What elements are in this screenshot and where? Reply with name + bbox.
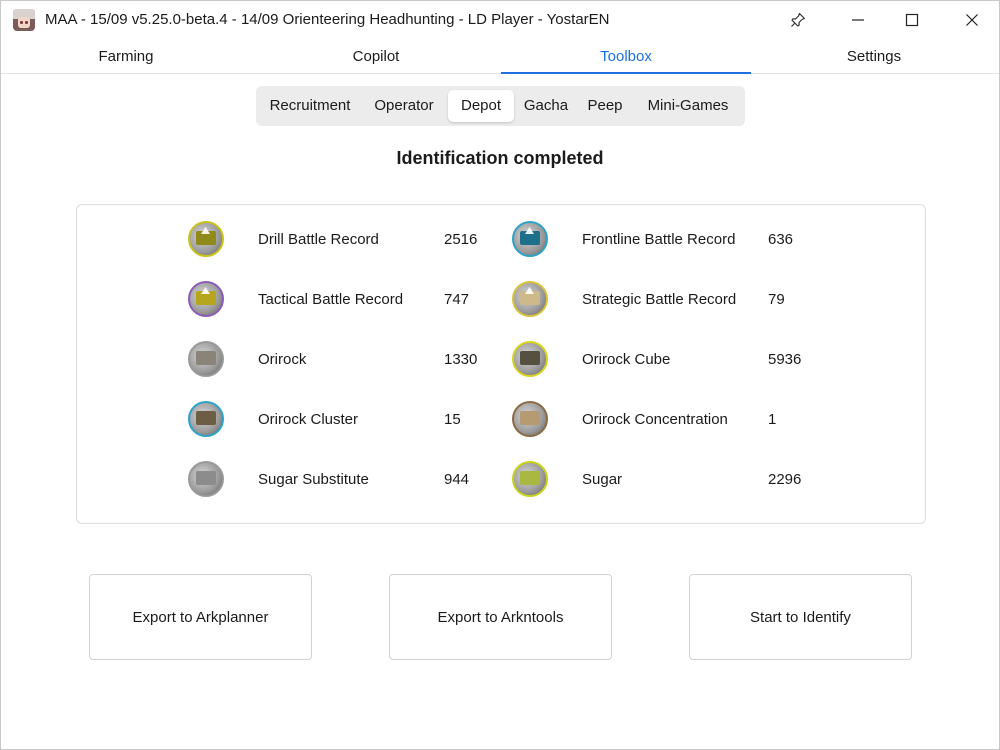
- item-count: 79: [768, 291, 785, 308]
- subtab-depot[interactable]: Depot: [448, 90, 514, 122]
- item-name: Sugar: [582, 471, 623, 488]
- item-count: 2296: [768, 471, 802, 488]
- subtab-operator[interactable]: Operator: [364, 90, 444, 122]
- tab-farming[interactable]: Farming: [1, 39, 251, 73]
- orirock-cluster-icon: [188, 401, 224, 437]
- item-count: 5936: [768, 351, 802, 368]
- item-name: Orirock Cube: [582, 351, 671, 368]
- sugar-substitute-icon: [188, 461, 224, 497]
- strategic-battle-record-icon: [512, 281, 548, 317]
- pin-button[interactable]: [775, 1, 821, 39]
- maximize-button[interactable]: [889, 1, 935, 39]
- tab-toolbox[interactable]: Toolbox: [501, 39, 751, 74]
- minimize-button[interactable]: [835, 1, 881, 39]
- tactical-battle-record-icon: [188, 281, 224, 317]
- subtab-mini-games[interactable]: Mini-Games: [638, 90, 738, 122]
- item-name: Strategic Battle Record: [582, 291, 737, 308]
- tab-copilot[interactable]: Copilot: [251, 39, 501, 73]
- item-count: 2516: [444, 231, 478, 248]
- item-name: Orirock Concentration: [582, 411, 728, 428]
- item-count: 747: [444, 291, 470, 308]
- start-identify-button[interactable]: Start to Identify: [689, 574, 912, 660]
- pin-icon: [791, 12, 806, 27]
- item-count: 636: [768, 231, 794, 248]
- title-bar: MAA - 15/09 v5.25.0-beta.4 - 14/09 Orien…: [1, 1, 999, 39]
- item-count: 944: [444, 471, 470, 488]
- close-button[interactable]: [949, 1, 995, 39]
- item-name: Sugar Substitute: [258, 471, 369, 488]
- orirock-cube-icon: [512, 341, 548, 377]
- tab-settings[interactable]: Settings: [749, 39, 999, 73]
- item-name: Tactical Battle Record: [258, 291, 404, 308]
- close-icon: [966, 14, 978, 26]
- export-arkplanner-button[interactable]: Export to Arkplanner: [89, 574, 312, 660]
- frontline-battle-record-icon: [512, 221, 548, 257]
- main-nav: Farming Copilot Toolbox Settings: [1, 39, 999, 74]
- orirock-concentration-icon: [512, 401, 548, 437]
- depot-results-panel: Drill Battle Record 2516 Frontline Battl…: [76, 204, 926, 524]
- item-count: 15: [444, 411, 461, 428]
- item-name: Orirock: [258, 351, 307, 368]
- orirock-icon: [188, 341, 224, 377]
- app-logo-icon: [13, 9, 35, 31]
- subtab-peep[interactable]: Peep: [580, 90, 630, 122]
- drill-battle-record-icon: [188, 221, 224, 257]
- item-name: Orirock Cluster: [258, 411, 359, 428]
- item-name: Drill Battle Record: [258, 231, 379, 248]
- maximize-icon: [905, 13, 919, 27]
- item-count: 1: [768, 411, 777, 428]
- identification-status: Identification completed: [396, 148, 604, 168]
- subtab-recruitment[interactable]: Recruitment: [262, 90, 358, 122]
- window-title: MAA - 15/09 v5.25.0-beta.4 - 14/09 Orien…: [45, 11, 610, 28]
- app-window: MAA - 15/09 v5.25.0-beta.4 - 14/09 Orien…: [0, 0, 1000, 750]
- subtab-gacha[interactable]: Gacha: [518, 90, 574, 122]
- minimize-icon: [852, 19, 864, 21]
- item-count: 1330: [444, 351, 478, 368]
- item-name: Frontline Battle Record: [582, 231, 736, 248]
- sugar-icon: [512, 461, 548, 497]
- toolbox-subtabs: Recruitment Operator Depot Gacha Peep Mi…: [256, 86, 745, 126]
- export-arkntools-button[interactable]: Export to Arkntools: [389, 574, 612, 660]
